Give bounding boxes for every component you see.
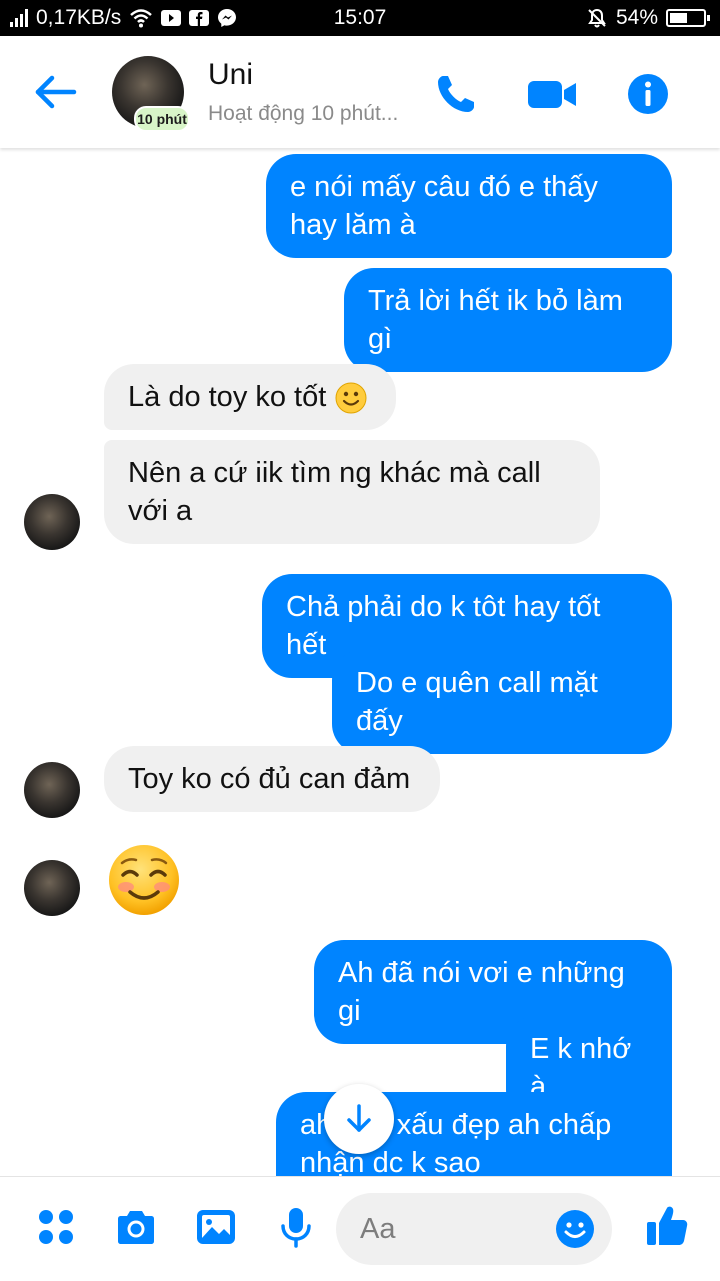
arrow-down-icon (347, 1104, 371, 1132)
message-bubble-incoming[interactable]: Toy ko có đủ can đảm (104, 746, 440, 812)
conversation-header: 10 phút Uni Hoạt động 10 phút... (0, 36, 720, 148)
message-input-placeholder: Aa (360, 1213, 396, 1245)
camera-icon[interactable] (114, 1205, 158, 1249)
video-call-icon[interactable] (526, 72, 578, 116)
info-icon[interactable] (626, 72, 670, 116)
contact-name[interactable]: Uni (208, 58, 253, 92)
back-arrow-icon[interactable] (30, 72, 80, 112)
blushing-smile-emoji-icon[interactable] (106, 842, 182, 918)
message-bubble-outgoing[interactable]: Trả lời hết ik bỏ làm gì (344, 268, 672, 372)
message-bubble-incoming[interactable]: Là do toy ko tốt (104, 364, 396, 430)
status-bar: 0,17KB/s 15:07 54% (0, 0, 720, 36)
message-list[interactable]: e nói mấy câu đó e thấy hay lăm à Trả lờ… (0, 150, 720, 1176)
thumbs-up-icon[interactable] (644, 1203, 690, 1249)
gallery-icon[interactable] (194, 1205, 238, 1249)
message-text: Là do toy ko tốt (128, 381, 327, 413)
contact-avatar-small (24, 860, 80, 916)
message-bubble-outgoing[interactable]: e nói mấy câu đó e thấy hay lăm à (266, 154, 672, 258)
slightly-smiling-face-icon (335, 382, 367, 414)
contact-avatar-small (24, 762, 80, 818)
message-composer: Aa (0, 1176, 720, 1281)
message-bubble-outgoing[interactable]: Do e quên call mặt đấy (332, 650, 672, 754)
scroll-to-bottom-button[interactable] (324, 1084, 394, 1154)
microphone-icon[interactable] (274, 1205, 318, 1249)
battery-percent: 54% (615, 6, 658, 29)
notifications-off-icon (588, 8, 606, 28)
phone-call-icon[interactable] (434, 72, 478, 116)
active-time-badge: 10 phút (134, 106, 190, 132)
emoji-picker-icon[interactable] (554, 1208, 596, 1250)
message-input[interactable]: Aa (336, 1193, 612, 1265)
more-actions-icon[interactable] (34, 1205, 78, 1249)
battery-icon (666, 9, 710, 27)
activity-status: Hoạt động 10 phút... (208, 102, 399, 125)
message-bubble-incoming[interactable]: Nên a cứ iik tìm ng khác mà call với a (104, 440, 600, 544)
contact-avatar-small (24, 494, 80, 550)
